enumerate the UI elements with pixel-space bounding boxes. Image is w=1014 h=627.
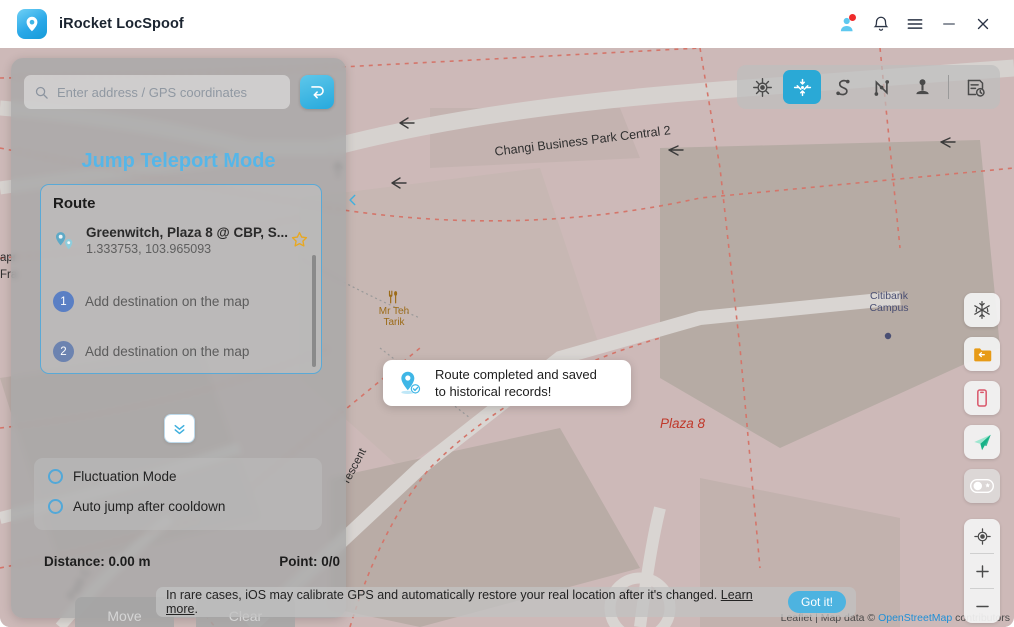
toast-notification: Route completed and saved to historical … <box>383 360 631 406</box>
banner-message: In rare cases, iOS may calibrate GPS and… <box>166 588 778 616</box>
curved-arrow-icon <box>310 85 324 98</box>
favorite-star-button[interactable] <box>290 230 309 254</box>
distance-value: Distance: 0.00 m <box>44 554 151 569</box>
route-origin-name: Greenwitch, Plaza 8 @ CBP, S... <box>86 225 288 240</box>
banner-text-end: . <box>194 602 198 616</box>
route-pins-icon <box>55 231 73 249</box>
star-outline-icon <box>291 231 308 247</box>
toolbar-divider <box>948 75 949 99</box>
hamburger-menu-icon[interactable] <box>898 7 932 41</box>
toast-line-1: Route completed and saved <box>435 367 597 382</box>
app-logo-icon <box>17 9 47 39</box>
locate-me-icon[interactable] <box>964 519 1000 553</box>
openstreetmap-link[interactable]: OpenStreetMap <box>878 612 952 624</box>
folder-import-icon[interactable] <box>964 337 1000 371</box>
search-box[interactable] <box>24 75 290 109</box>
zoom-controls <box>964 519 1000 623</box>
device-phone-icon[interactable] <box>964 381 1000 415</box>
zoom-out-button[interactable] <box>964 589 1000 623</box>
destination-number-badge: 1 <box>53 291 74 312</box>
panel-title: Jump Teleport Mode <box>81 150 276 172</box>
joystick-icon[interactable] <box>903 70 941 104</box>
app-title: iRocket LocSpoof <box>59 16 184 32</box>
user-account-icon[interactable] <box>830 7 864 41</box>
map-tools-sidebar <box>964 293 1000 623</box>
minimize-icon[interactable] <box>932 7 966 41</box>
pin-check-icon <box>401 371 421 394</box>
option-fluctuation-mode[interactable]: Fluctuation Mode <box>48 469 177 484</box>
route-card: Route Greenwitch, Plaza 8 @ CBP, S... 1.… <box>40 184 322 374</box>
route-destination-row[interactable]: 1 Add destination on the map <box>53 291 311 312</box>
got-it-button[interactable]: Got it! <box>788 591 846 613</box>
options-card: Fluctuation Mode Auto jump after cooldow… <box>34 458 322 530</box>
gps-warning-banner: In rare cases, iOS may calibrate GPS and… <box>156 587 856 617</box>
application-window: iRocket LocSpoof Changi Business Park Ce… <box>0 0 1014 627</box>
route-stats: Distance: 0.00 m Point: 0/0 <box>44 554 340 569</box>
close-icon[interactable] <box>966 7 1000 41</box>
destination-label: Add destination on the map <box>85 344 250 359</box>
banner-text-main: In rare cases, iOS may calibrate GPS and… <box>166 588 718 602</box>
destination-label: Add destination on the map <box>85 294 250 309</box>
move-mode-icon[interactable] <box>783 70 821 104</box>
route-card-title: Route <box>53 195 96 212</box>
zoom-in-button[interactable] <box>964 554 1000 588</box>
option-auto-jump[interactable]: Auto jump after cooldown <box>48 499 225 514</box>
search-icon <box>35 86 48 99</box>
restaurant-poi-icon <box>388 290 398 304</box>
search-row <box>24 66 334 118</box>
notification-badge-dot <box>849 14 856 21</box>
route-destination-row[interactable]: 2 Add destination on the map <box>53 341 311 362</box>
history-records-icon[interactable] <box>956 70 994 104</box>
toggle-switch-icon[interactable] <box>964 469 1000 503</box>
destination-number-badge: 2 <box>53 341 74 362</box>
left-control-panel: Jump Teleport Mode Route Greenwitch, Pla… <box>11 58 346 627</box>
map-mode-toolbar <box>737 65 1000 109</box>
route-list-scrollbar[interactable] <box>312 255 316 367</box>
point-value: Point: 0/0 <box>279 554 340 569</box>
option-label: Fluctuation Mode <box>73 469 177 484</box>
collapse-panel-button[interactable] <box>346 186 360 214</box>
toast-message: Route completed and saved to historical … <box>435 366 597 400</box>
search-input[interactable] <box>57 84 280 100</box>
center-target-icon[interactable] <box>743 70 781 104</box>
route-origin-text: Greenwitch, Plaza 8 @ CBP, S... 1.333753… <box>86 224 288 258</box>
send-plane-icon[interactable] <box>964 425 1000 459</box>
route-origin-coordinates: 1.333753, 103.965093 <box>86 242 212 256</box>
double-chevron-down-icon <box>174 424 185 435</box>
expand-route-list-button[interactable] <box>164 414 195 443</box>
chevron-left-icon <box>349 194 356 206</box>
fluctuation-mode-radio[interactable] <box>48 469 63 484</box>
auto-jump-radio[interactable] <box>48 499 63 514</box>
toast-line-2: to historical records! <box>435 384 552 399</box>
multi-spot-route-icon[interactable] <box>863 70 901 104</box>
teleport-go-button[interactable] <box>300 75 334 109</box>
title-bar: iRocket LocSpoof <box>0 0 1014 48</box>
bell-icon[interactable] <box>864 7 898 41</box>
two-spot-route-icon[interactable] <box>823 70 861 104</box>
option-label: Auto jump after cooldown <box>73 499 226 514</box>
snowflake-freeze-icon[interactable] <box>964 293 1000 327</box>
route-origin-row[interactable]: Greenwitch, Plaza 8 @ CBP, S... 1.333753… <box>53 224 311 258</box>
